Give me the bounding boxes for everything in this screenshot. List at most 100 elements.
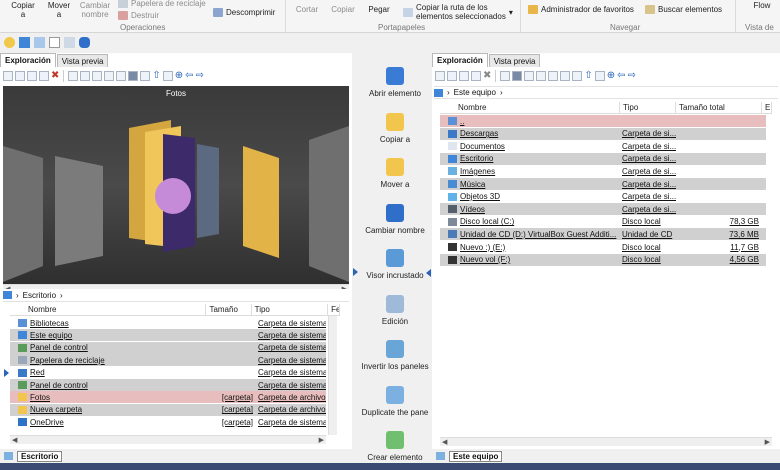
left-pane-collapse-icon[interactable] <box>353 268 358 276</box>
view-details-icon[interactable] <box>512 71 523 81</box>
view-tiles-icon[interactable] <box>536 71 547 81</box>
refresh-icon[interactable] <box>162 71 173 81</box>
view-thumbnails-icon[interactable] <box>548 71 559 81</box>
column-nombre[interactable]: Nombre <box>440 102 620 113</box>
open-item-button[interactable]: Abrir elemento <box>359 65 431 98</box>
embedded-viewer-button[interactable]: Visor incrustado <box>359 247 431 280</box>
table-row[interactable]: Este equipo Carpeta de sistema <box>10 329 326 342</box>
move-to-button[interactable]: Mover a <box>44 1 74 19</box>
lightbulb-icon[interactable] <box>4 37 15 48</box>
right-address-bar[interactable]: › Este equipo › <box>434 86 778 99</box>
tab-vista-previa-right[interactable]: Vista previa <box>488 54 541 67</box>
left-address-bar[interactable]: › Escritorio › <box>3 289 349 302</box>
left-side-arrow-icon[interactable] <box>4 369 9 377</box>
paste-icon[interactable] <box>27 71 37 81</box>
back-arrow-icon[interactable]: ⇦ <box>185 71 193 81</box>
tab-exploracion-right[interactable]: Exploración <box>432 53 488 67</box>
table-row[interactable]: Panel de control Carpeta de sistema <box>10 341 326 354</box>
table-row[interactable]: OneDrive [carpeta] Carpeta de sistema <box>10 416 326 429</box>
recycle-button[interactable]: Papelera de reciclaje <box>118 0 206 8</box>
sort-icon[interactable] <box>572 71 583 81</box>
column-tamano[interactable]: Tamaño <box>206 304 252 315</box>
cut-icon[interactable] <box>3 71 13 81</box>
table-row[interactable]: Panel de control Carpeta de sistema <box>10 379 326 391</box>
table-row[interactable]: Disco local (C:) Disco local 78,3 GB <box>440 215 766 228</box>
rename-panel-button[interactable]: Cambiar nombre <box>359 202 431 235</box>
table-row[interactable]: Vídeos Carpeta de si... <box>440 203 766 216</box>
copy-to-panel-button[interactable]: Copiar a <box>359 111 431 144</box>
view-list-icon[interactable] <box>500 71 511 81</box>
monitor-icon[interactable] <box>19 37 30 48</box>
view-icons-icon[interactable] <box>524 71 535 81</box>
right-list-hscroll[interactable]: ◀ ▶ <box>440 437 772 446</box>
table-row[interactable]: Imágenes Carpeta de si... <box>440 165 766 178</box>
view-flow-icon[interactable] <box>560 71 571 81</box>
copy-path-button[interactable]: Copiar la ruta de los elementos seleccio… <box>403 3 513 21</box>
view-flow-icon[interactable] <box>128 71 139 81</box>
copy-path-icon[interactable] <box>471 71 481 81</box>
table-row[interactable]: Música Carpeta de si... <box>440 178 766 190</box>
up-arrow-icon[interactable]: ⇧ <box>152 71 160 81</box>
column-tipo[interactable]: Tipo <box>620 102 676 113</box>
tab-vista-previa-left[interactable]: Vista previa <box>56 54 109 67</box>
back-arrow-icon[interactable]: ⇦ <box>617 71 625 81</box>
document-icon[interactable] <box>49 37 60 48</box>
refresh-icon[interactable] <box>594 71 605 81</box>
window-icon[interactable] <box>34 37 45 48</box>
copy-icon[interactable] <box>15 71 25 81</box>
table-row[interactable]: Descargas Carpeta de si... <box>440 127 766 140</box>
delete-icon[interactable]: ✖ <box>483 71 491 81</box>
move-to-panel-button[interactable]: Mover a <box>359 156 431 189</box>
column-fecha[interactable]: Fe <box>328 304 340 315</box>
table-row[interactable]: Red Carpeta de sistema <box>10 366 326 379</box>
copy-icon[interactable] <box>447 71 457 81</box>
scroll-left-arrow[interactable]: ◀ <box>12 436 17 445</box>
flow-button[interactable]: Flow <box>748 1 776 10</box>
view-list-icon[interactable] <box>68 71 79 81</box>
scroll-right-arrow[interactable]: ▶ <box>319 436 324 445</box>
tab-exploracion-left[interactable]: Exploración <box>0 53 56 67</box>
left-list-hscroll[interactable]: ◀ ▶ <box>10 435 326 444</box>
table-row[interactable]: Papelera de reciclaje Carpeta de sistema <box>10 354 326 367</box>
swap-panes-button[interactable]: Invertir los paneles <box>359 338 431 371</box>
search-items-button[interactable]: Buscar elementos <box>645 5 722 14</box>
table-row[interactable]: Unidad de CD (D:) VirtualBox Guest Addit… <box>440 228 766 241</box>
copy-path-icon[interactable] <box>39 71 49 81</box>
table-row[interactable]: .. <box>440 115 766 127</box>
table-row[interactable]: Documentos Carpeta de si... <box>440 140 766 153</box>
table-row[interactable]: Objetos 3D Carpeta de si... <box>440 190 766 203</box>
cut-button[interactable]: Cortar <box>292 5 322 14</box>
table-row[interactable]: Fotos [carpeta] Carpeta de archivos <box>10 391 326 404</box>
table-row[interactable]: Bibliotecas Carpeta de sistema <box>10 317 326 329</box>
column-tamano-total[interactable]: Tamaño total <box>676 102 762 113</box>
cut-icon[interactable] <box>435 71 445 81</box>
column-nombre[interactable]: Nombre <box>10 304 207 315</box>
column-extra[interactable]: E <box>762 102 772 113</box>
bluetooth-icon[interactable] <box>79 37 90 48</box>
right-pane-collapse-icon[interactable] <box>426 269 431 277</box>
drive-icon[interactable] <box>64 37 75 48</box>
scroll-right-arrow[interactable]: ▶ <box>765 438 770 447</box>
globe-icon[interactable]: ⊕ <box>175 71 183 81</box>
view-icons-icon[interactable] <box>92 71 103 81</box>
duplicate-pane-button[interactable]: Duplicate the pane <box>359 384 431 417</box>
delete-icon[interactable]: ✖ <box>51 71 59 81</box>
rename-button[interactable]: Cambiar nombre <box>78 1 112 19</box>
table-row[interactable]: Nuevo vol (F:) Disco local 4,56 GB <box>440 253 766 266</box>
paste-icon[interactable] <box>459 71 469 81</box>
preview-area[interactable]: Fotos <box>3 86 349 284</box>
create-item-button[interactable]: Crear elemento <box>359 429 431 462</box>
edit-button[interactable]: Edición <box>359 293 431 326</box>
forward-arrow-icon[interactable]: ⇨ <box>196 71 204 81</box>
table-row[interactable]: Escritorio Carpeta de si... <box>440 152 766 165</box>
up-arrow-icon[interactable]: ⇧ <box>584 71 592 81</box>
globe-icon[interactable]: ⊕ <box>607 71 615 81</box>
sort-icon[interactable] <box>140 71 151 81</box>
table-row[interactable]: Nueva carpeta [carpeta] Carpeta de archivo… <box>10 403 326 416</box>
favorites-admin-button[interactable]: Administrador de favoritos <box>528 5 634 14</box>
view-thumbnails-icon[interactable] <box>116 71 127 81</box>
left-list-vscroll[interactable] <box>328 316 337 435</box>
column-tipo[interactable]: Tipo <box>252 304 329 315</box>
table-row[interactable]: Nuevo :) (E:) Disco local 11,7 GB <box>440 241 766 253</box>
view-details-icon[interactable] <box>80 71 91 81</box>
